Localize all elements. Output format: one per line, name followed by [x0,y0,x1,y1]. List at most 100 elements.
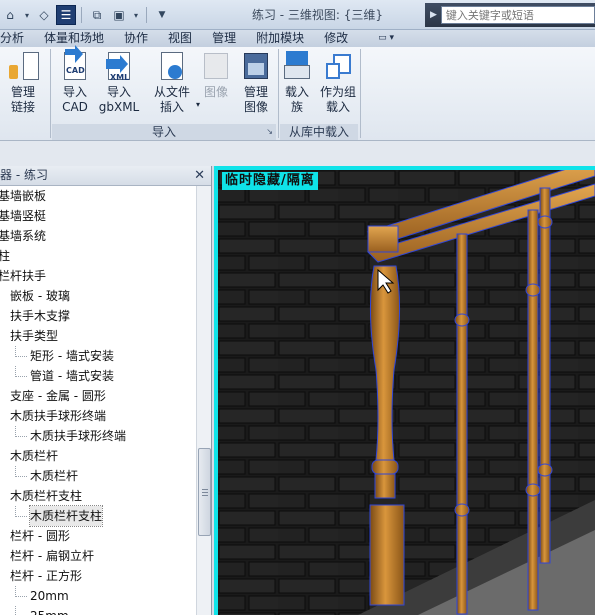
manage-links-icon [9,51,39,83]
tree-node-label: 栏杆 - 圆形 [10,529,70,543]
3d-viewport[interactable]: 临时隐藏/隔离 [218,170,595,615]
tree-node[interactable]: 栏杆 - 扁钢立杆 [0,546,196,566]
manage-images-button[interactable]: 管理 图像 [237,51,275,115]
customize-toolbar-icon[interactable]: ▼ [152,5,172,25]
load-as-group-label: 作为组 载入 [319,85,356,114]
manage-links-label: 管理 链接 [10,85,35,114]
manage-images-icon [242,51,270,83]
import-cad-icon: CAD [61,45,89,83]
tree-node[interactable]: 管道 - 墙式安装 [0,366,196,386]
tree-node[interactable]: 基墙竖梃 [0,206,196,226]
tree-node-label: 栏杆 - 扁钢立杆 [10,549,94,563]
search-input[interactable] [440,6,595,24]
window-title: 练习 - 三维视图: {三维} [251,8,384,22]
load-from-library-group-label: 从库中载入 [280,124,358,140]
browser-tree: 基墙嵌板基墙竖梃基墙系统柱栏杆扶手嵌板 - 玻璃 扶手木支撑扶手类型矩形 - 墙式… [0,186,196,615]
tab-manage[interactable]: 管理 [202,30,246,47]
measure-icon[interactable]: ◇ [34,5,54,25]
tree-node[interactable]: 木质栏杆 [0,466,196,486]
import-group-label: 导入 ↘ [52,124,276,140]
load-as-group-button[interactable]: 作为组 载入 [318,51,358,115]
tree-node-label: 木质栏杆 [30,469,79,483]
quick-access-toolbar: ⌂ ▾ ◇ ☰ ⧉ ▣ ▾ ▼ [0,3,172,27]
tab-view[interactable]: 视图 [158,30,202,47]
tree-node[interactable]: 20mm [0,586,196,606]
title-bar: ⌂ ▾ ◇ ☰ ⧉ ▣ ▾ ▼ 练习 - 三维视图: {三维} ▶ [0,0,595,30]
load-family-icon [283,51,311,83]
import-cad-button[interactable]: CAD 导入 CAD [56,45,94,115]
tree-node-label: 木质扶手球形终端 [10,409,107,423]
image-button[interactable]: 图像 [200,51,232,100]
manage-images-label: 管理 图像 [243,85,268,114]
tree-node-selected[interactable]: 木质栏杆支柱 [0,505,196,527]
tree-node-label: 柱 [0,249,11,263]
tree-node[interactable]: 栏杆 - 正方形 [0,566,196,586]
chevron-down-icon[interactable]: ▾ [22,5,32,25]
tree-node[interactable]: 栏杆 - 圆形 [0,526,196,546]
insert-from-file-label: 从文件 插入 [153,85,190,114]
tree-node-label: 管道 - 墙式安装 [30,369,114,383]
tree-node[interactable]: 25mm [0,606,196,615]
insert-from-file-button[interactable]: 从文件 插入 ▾ [150,51,200,115]
tree-node-label: 栏杆扶手 [0,269,47,283]
tree-node-label: 扶手木支撑 [10,309,71,323]
insert-from-file-icon [158,51,186,83]
tab-modify[interactable]: 修改 [314,30,358,47]
load-family-label: 载入 族 [284,85,309,114]
tree-node[interactable]: 木质扶手球形终端 [0,406,196,426]
tree-node[interactable]: 基墙系统 [0,226,196,246]
tree-node[interactable]: 嵌板 - 玻璃 [0,286,196,306]
expand-arrow-icon[interactable]: ▶ [430,10,437,20]
tree-node[interactable]: 扶手木支撑 [0,306,196,326]
ribbon-tabs: 分析 体量和场地 协作 视图 管理 附加模块 修改 ▭ ▾ [0,30,595,47]
tree-node-label: 基墙竖梃 [0,209,47,223]
close-icon[interactable]: ✕ [194,166,205,185]
tree-node[interactable]: 栏杆扶手 [0,266,196,286]
thin-lines-icon[interactable]: ☰ [56,5,76,25]
image-icon [202,51,230,83]
tab-collaborate[interactable]: 协作 [114,30,158,47]
toolbar-divider [146,7,147,23]
tree-node[interactable]: 矩形 - 墙式安装 [0,346,196,366]
tree-node-label: 基墙系统 [0,229,47,243]
import-gbxml-button[interactable]: XML 导入 gbXML [97,51,141,115]
baluster-1 [454,233,470,615]
tree-node-label: 木质栏杆 [10,449,59,463]
home-icon[interactable]: ⌂ [0,5,20,25]
project-browser-title: 器 - 练习 [0,168,48,182]
tree-node[interactable]: 支座 - 金属 - 圆形 [0,386,196,406]
temporary-hide-isolate-label: 临时隐藏/隔离 [222,172,318,190]
switch-windows-icon[interactable]: ▣ [109,5,129,25]
tree-node-label: 矩形 - 墙式安装 [30,349,114,363]
3d-view-frame: 临时隐藏/隔离 [214,166,595,615]
search-area: ▶ [425,3,595,27]
tree-node[interactable]: 木质栏杆 [0,446,196,466]
tree-node-label: 25mm [30,606,69,615]
import-gbxml-label: 导入 gbXML [98,85,140,114]
tree-node-label: 栏杆 - 正方形 [10,569,82,583]
3d-scene [218,170,595,615]
import-cad-label: 导入 CAD [62,85,88,114]
baluster-3 [537,187,553,564]
tab-addins[interactable]: 附加模块 [246,30,314,47]
tree-node-label: 木质栏杆支柱 [10,489,83,503]
tree-node[interactable]: 柱 [0,246,196,266]
image-label: 图像 [203,85,228,99]
load-family-button[interactable]: 载入 族 [282,51,312,115]
tab-analyze[interactable]: 分析 [0,30,34,47]
dialog-launcher-icon[interactable]: ↘ [266,124,273,140]
tree-node-label: 嵌板 - 玻璃 [10,289,70,303]
tree-node-label: 扶手类型 [10,329,59,343]
scrollbar[interactable] [196,186,211,615]
tree-node[interactable]: 木质栏杆支柱 [0,486,196,506]
tree-node[interactable]: 基墙嵌板 [0,186,196,206]
ribbon-minimize-icon[interactable]: ▭ ▾ [368,30,404,47]
chevron-down-icon[interactable]: ▾ [131,5,141,25]
project-browser-header: 器 - 练习 ✕ [0,166,211,186]
close-hidden-windows-icon[interactable]: ⧉ [87,5,107,25]
tree-node[interactable]: 木质扶手球形终端 [0,426,196,446]
tree-node-label: 支座 - 金属 - 圆形 [10,389,106,403]
scrollbar-thumb[interactable] [198,448,211,536]
tree-node[interactable]: 扶手类型 [0,326,196,346]
manage-links-button[interactable]: 管理 链接 [0,51,46,115]
